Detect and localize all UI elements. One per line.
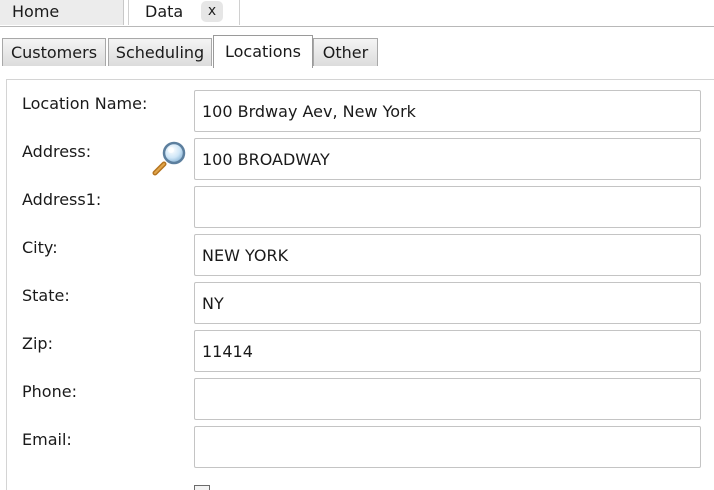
zip-input[interactable] — [194, 330, 701, 372]
close-tab-button[interactable]: x — [201, 1, 223, 22]
locations-window: Home Data x Customers Scheduling Locatio… — [0, 0, 714, 490]
section-tab-bar: Customers Scheduling Locations Other — [0, 34, 714, 68]
panel-frame — [0, 67, 714, 79]
tab-other[interactable]: Other — [313, 38, 378, 66]
tab-customers[interactable]: Customers — [2, 38, 106, 66]
address-input[interactable] — [194, 138, 701, 180]
tab-home[interactable]: Home — [0, 0, 124, 25]
zip-label: Zip: — [22, 334, 53, 353]
tab-data[interactable]: Data x — [128, 0, 240, 25]
checkbox[interactable] — [194, 484, 210, 490]
checkbox-row-partial[interactable] — [194, 482, 218, 490]
address1-label: Address1: — [22, 190, 102, 209]
state-label: State: — [22, 286, 70, 305]
document-tab-bar: Home Data x — [0, 0, 714, 27]
address1-input[interactable] — [194, 186, 701, 228]
location-name-label: Location Name: — [22, 94, 148, 113]
address-label: Address: — [22, 142, 92, 161]
phone-label: Phone: — [22, 382, 77, 401]
phone-input[interactable] — [194, 378, 701, 420]
magnifier-icon[interactable] — [152, 140, 188, 176]
city-label: City: — [22, 238, 58, 257]
tab-home-label: Home — [12, 2, 60, 21]
email-input[interactable] — [194, 426, 701, 468]
tab-data-label: Data — [145, 2, 184, 21]
tab-scheduling[interactable]: Scheduling — [108, 38, 212, 66]
tab-locations[interactable]: Locations — [213, 35, 313, 68]
city-input[interactable] — [194, 234, 701, 276]
location-name-input[interactable] — [194, 90, 701, 132]
state-input[interactable] — [194, 282, 701, 324]
email-label: Email: — [22, 430, 72, 449]
